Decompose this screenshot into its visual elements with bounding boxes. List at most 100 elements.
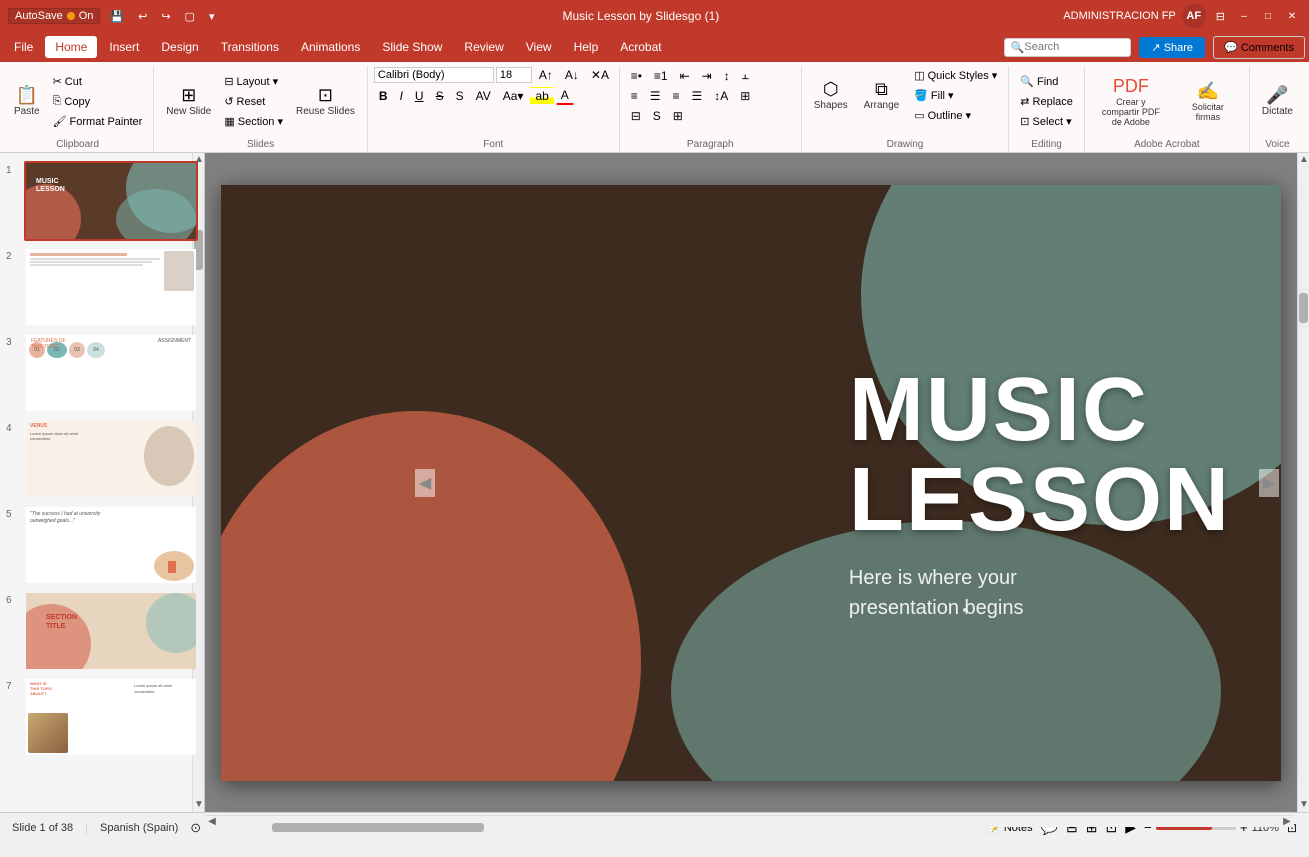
font-size-input[interactable] [496, 67, 532, 83]
menu-acrobat[interactable]: Acrobat [610, 36, 671, 58]
slide-img-7[interactable]: WHAT ISTHIS TOPICABOUT? Lorem ipsum sit … [24, 677, 198, 757]
ribbon-display-options[interactable]: ⊟ [1212, 8, 1229, 25]
align-left-button[interactable]: ≡ [626, 87, 643, 105]
font-size-increase[interactable]: A↑ [534, 66, 558, 84]
menu-slideshow[interactable]: Slide Show [372, 36, 452, 58]
add-column-button[interactable]: ⊟ [626, 107, 646, 125]
menu-transitions[interactable]: Transitions [211, 36, 289, 58]
slide-thumb-6[interactable]: 6 SECTIONTITLE [6, 591, 198, 671]
strikethrough-button[interactable]: S [431, 87, 449, 105]
replace-button[interactable]: ⇄ Replace [1015, 92, 1078, 111]
save-button[interactable]: 💾 [106, 8, 128, 25]
align-right-button[interactable]: ≡ [668, 87, 685, 105]
bullets-button[interactable]: ≡• [626, 67, 647, 85]
line-spacing-button[interactable]: ↕ [719, 67, 735, 85]
slide-thumb-5[interactable]: 5 "The success I had at universityoutwei… [6, 505, 198, 585]
format-painter-button[interactable]: 🖌 Format Painter [48, 112, 148, 131]
present-button[interactable]: ▢ [181, 8, 199, 25]
columns-button[interactable]: ⫠ [737, 66, 754, 85]
create-pdf-button[interactable]: PDF Crear y compartir PDF de Adobe [1091, 73, 1171, 131]
slide-img-6[interactable]: SECTIONTITLE [24, 591, 198, 671]
reset-button[interactable]: ↺ Reset [219, 92, 288, 111]
slide-thumb-2[interactable]: 2 [6, 247, 198, 327]
italic-button[interactable]: I [395, 87, 408, 105]
layout-button[interactable]: ⊟ Layout ▾ [219, 72, 288, 91]
autosave-toggle[interactable]: AutoSave On [8, 8, 100, 24]
font-highlight-button[interactable]: ab [530, 87, 553, 105]
menu-help[interactable]: Help [564, 36, 609, 58]
scroll-left-arrow[interactable]: ◀ [205, 816, 219, 828]
next-slide-button[interactable]: ▶ [1259, 469, 1279, 497]
decrease-indent-button[interactable]: ⇤ [675, 67, 695, 85]
slide-thumb-1[interactable]: 1 MUSICLESSON [6, 161, 198, 241]
shadow-button[interactable]: S [451, 87, 469, 105]
smart-art-button[interactable]: ⊞ [735, 87, 755, 105]
cut-button[interactable]: ✂ Cut [48, 72, 148, 91]
customize-qat-button[interactable]: ▾ [205, 8, 219, 25]
increase-indent-button[interactable]: ⇥ [697, 67, 717, 85]
menu-animations[interactable]: Animations [291, 36, 370, 58]
font-name-input[interactable] [374, 67, 494, 83]
slide-img-5[interactable]: "The success I had at universityoutweigh… [24, 505, 198, 585]
numbering-button[interactable]: ≡1 [649, 67, 673, 85]
scroll-right-up[interactable]: ▲ [1298, 153, 1309, 167]
accessibility-icon[interactable]: ⊙ [190, 820, 201, 836]
align-center-button[interactable]: ☰ [645, 87, 666, 105]
quick-styles-button[interactable]: ◫ Quick Styles ▾ [909, 66, 1002, 85]
user-avatar[interactable]: AF [1182, 4, 1206, 28]
menu-review[interactable]: Review [454, 36, 513, 58]
slide-thumb-7[interactable]: 7 WHAT ISTHIS TOPICABOUT? Lorem ipsum si… [6, 677, 198, 757]
spacing-button[interactable]: AV [471, 87, 496, 105]
slide-img-3[interactable]: 01 02 03 04 FEATURES OFTHIS TOPIC ASSIGN… [24, 333, 198, 413]
share-button[interactable]: ↗ Share [1139, 37, 1205, 58]
font-size-decrease[interactable]: A↓ [560, 66, 584, 84]
find-button[interactable]: 🔍 Find [1015, 72, 1078, 91]
font-case-button[interactable]: Aa▾ [498, 87, 529, 105]
text-shadow-toggle[interactable]: S [648, 107, 666, 125]
convert-button[interactable]: ⊞ [668, 107, 688, 125]
menu-insert[interactable]: Insert [99, 36, 149, 58]
undo-button[interactable]: ↩ [134, 8, 151, 25]
solicitar-button[interactable]: ✍ Solicitar firmas [1173, 78, 1243, 126]
scroll-right-arrow[interactable]: ▶ [1280, 816, 1294, 828]
search-box[interactable]: 🔍 [1004, 38, 1132, 57]
select-button[interactable]: ⊡ Select ▾ [1015, 112, 1078, 131]
scroll-right-thumb[interactable] [1299, 293, 1308, 323]
slide-img-2[interactable] [24, 247, 198, 327]
dictate-button[interactable]: 🎤 Dictate [1256, 82, 1299, 121]
copy-button[interactable]: ⎘ Copy [48, 92, 148, 111]
menu-design[interactable]: Design [151, 36, 208, 58]
shape-outline-button[interactable]: ▭ Outline ▾ [909, 106, 1002, 125]
arrange-button[interactable]: ⧉ Arrange [858, 76, 906, 115]
slide-img-1[interactable]: MUSICLESSON [24, 161, 198, 241]
shapes-button[interactable]: ⬡ Shapes [808, 76, 854, 115]
comments-button[interactable]: 💬 Comments [1213, 36, 1305, 59]
clear-formatting-button[interactable]: ✕A [586, 66, 614, 84]
shape-fill-button[interactable]: 🪣 Fill ▾ [909, 86, 1002, 105]
new-slide-button[interactable]: ⊞ New Slide [160, 82, 217, 121]
slide-img-4[interactable]: VENUS Lorem ipsum dolor sit amet consect… [24, 419, 198, 499]
reuse-slides-button[interactable]: ⊡ Reuse Slides [290, 82, 361, 121]
hscroll-thumb[interactable] [272, 823, 484, 832]
paste-button[interactable]: 📋 Paste [8, 82, 46, 121]
text-direction-button[interactable]: ↕A [709, 87, 733, 105]
slide-thumb-3[interactable]: 3 01 02 03 04 FEATURES OFTHIS TOPIC ASSI… [6, 333, 198, 413]
minimize-button[interactable]: – [1235, 7, 1253, 25]
prev-slide-button[interactable]: ◀ [415, 469, 435, 497]
restore-button[interactable]: □ [1259, 7, 1277, 25]
menu-file[interactable]: File [4, 36, 43, 58]
scroll-down-arrow[interactable]: ▼ [193, 798, 205, 812]
menu-home[interactable]: Home [45, 36, 97, 58]
underline-button[interactable]: U [410, 87, 429, 105]
font-color-button[interactable]: A [556, 86, 574, 105]
search-input[interactable] [1024, 41, 1124, 53]
section-button[interactable]: ▦ Section ▾ [219, 112, 288, 131]
close-button[interactable]: ✕ [1283, 7, 1301, 25]
redo-button[interactable]: ↪ [157, 8, 174, 25]
scroll-right-down[interactable]: ▼ [1298, 798, 1309, 812]
bold-button[interactable]: B [374, 87, 393, 105]
slide-thumb-4[interactable]: 4 VENUS Lorem ipsum dolor sit amet conse… [6, 419, 198, 499]
justify-button[interactable]: ☰ [687, 87, 708, 105]
menu-view[interactable]: View [516, 36, 562, 58]
editing-buttons: 🔍 Find ⇄ Replace ⊡ Select ▾ [1015, 72, 1078, 131]
